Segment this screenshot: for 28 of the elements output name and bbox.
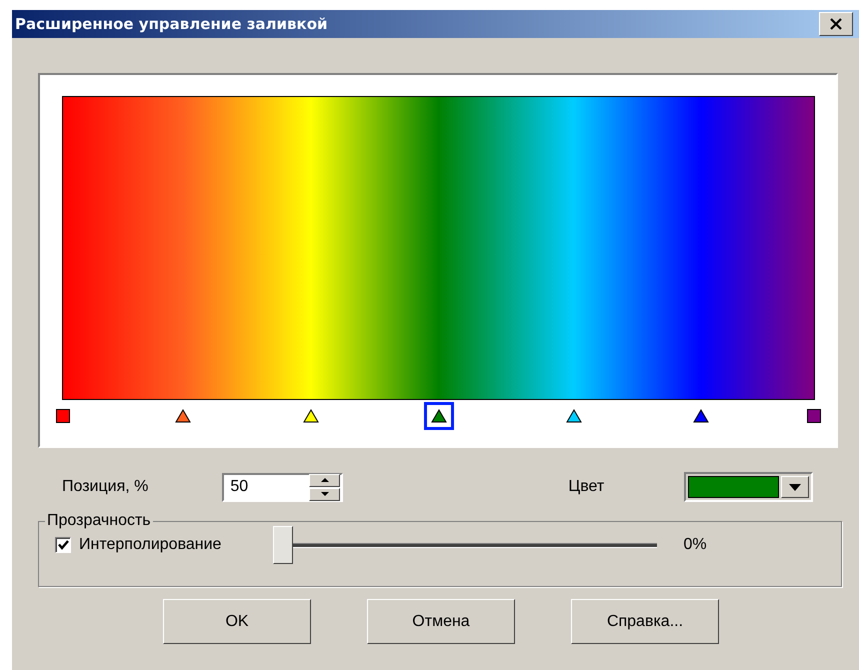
group-title: Прозрачность (46, 512, 152, 530)
triangle-stop-icon[interactable] (175, 409, 192, 423)
triangle-stop-icon[interactable] (566, 409, 582, 423)
interpolation-label: Интерполирование (79, 536, 222, 554)
triangle-stop-icon[interactable] (430, 409, 446, 423)
dialog-button[interactable]: OK (163, 599, 311, 644)
spin-down-button[interactable] (309, 488, 340, 500)
up-arrow-icon (320, 478, 329, 482)
stop-marker-frame[interactable] (424, 402, 454, 430)
dialog-button[interactable]: Справка... (571, 599, 719, 644)
window-title: Расширенное управление заливкой (15, 15, 328, 33)
transparency-reading: 0% (683, 536, 707, 554)
color-label: Цвет (568, 478, 604, 496)
close-button[interactable] (819, 12, 853, 36)
position-spinbox[interactable]: 50 (222, 472, 344, 502)
dialog-button[interactable]: Отмена (367, 599, 515, 644)
triangle-stop-icon[interactable] (693, 409, 710, 423)
slider-thumb[interactable] (273, 526, 294, 564)
color-picker[interactable] (684, 472, 814, 502)
triangle-stop-icon[interactable] (302, 409, 319, 423)
square-stop-icon[interactable] (56, 409, 70, 423)
dropdown-button[interactable] (781, 476, 810, 498)
down-arrow-icon (320, 492, 329, 496)
close-icon (829, 18, 843, 30)
caret-icon (789, 484, 802, 490)
interpolation-checkbox[interactable] (55, 537, 71, 553)
position-label: Позиция, % (62, 478, 148, 496)
spin-up-button[interactable] (309, 474, 340, 486)
